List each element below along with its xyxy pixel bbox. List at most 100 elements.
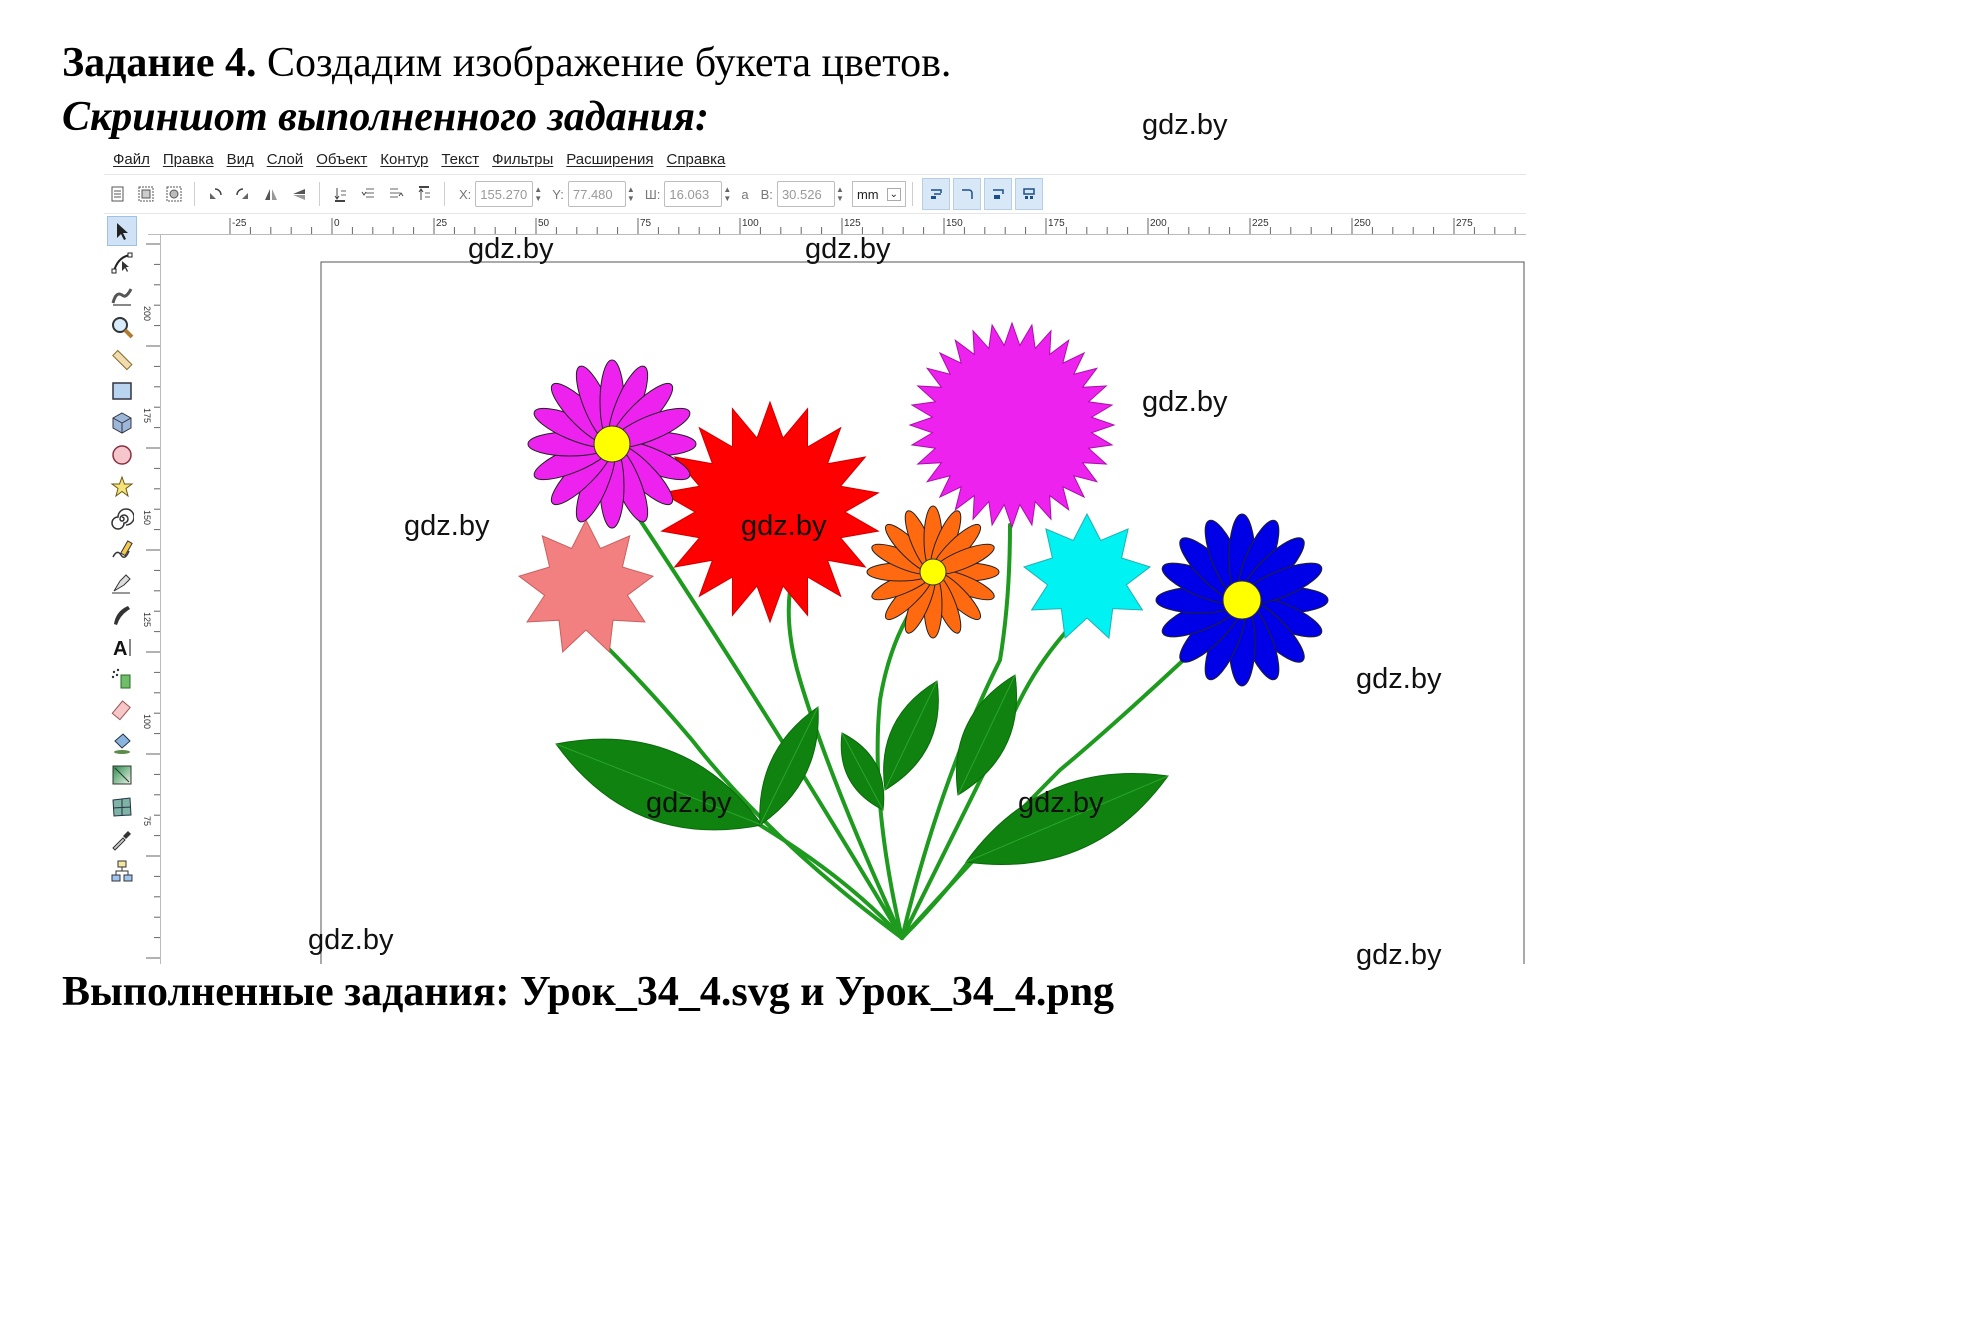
ruler-label: 75 [640, 218, 652, 229]
scale-stroke-toggle-icon[interactable] [922, 178, 950, 210]
ruler-label: 100 [742, 218, 759, 229]
inkscape-window: Файл Правка Вид Слой Объект Контур Текст… [104, 146, 1526, 964]
menu-edit[interactable]: Правка [163, 151, 214, 168]
ruler-label: 150 [946, 218, 963, 229]
rotate-cw-icon[interactable] [234, 185, 252, 203]
paint-bucket-tool-icon[interactable] [107, 728, 137, 758]
height-spin-icon[interactable]: ▲ ▼ [836, 182, 846, 206]
ruler-label: 25 [436, 218, 448, 229]
watermark: gdz.by [805, 233, 891, 265]
menu-extensions[interactable]: Расширения [566, 151, 653, 168]
raise-to-top-icon[interactable] [415, 185, 433, 203]
dropper-tool-icon[interactable] [107, 824, 137, 854]
tweak-tool-icon[interactable] [107, 280, 137, 310]
pink-star-flower [517, 518, 655, 653]
ellipse-tool-icon[interactable] [107, 440, 137, 470]
ruler-label: 175 [1048, 218, 1065, 229]
calligraphy-tool-icon[interactable] [107, 600, 137, 630]
flower-center [919, 558, 947, 586]
ruler-label: 275 [1456, 218, 1473, 229]
height-label: В: [760, 186, 773, 202]
box3d-tool-icon[interactable] [107, 408, 137, 438]
raise-icon[interactable] [387, 185, 405, 203]
menu-object[interactable]: Объект [316, 151, 367, 168]
ruler-label: 250 [1354, 218, 1371, 229]
lower-icon[interactable] [359, 185, 377, 203]
toolbox: A [104, 214, 140, 964]
height-input[interactable]: 30.526 [776, 181, 835, 207]
drawing-canvas[interactable] [161, 235, 1526, 964]
width-input[interactable]: 16.063 [664, 181, 723, 207]
watermark: gdz.by [646, 787, 732, 819]
menu-file[interactable]: Файл [113, 151, 150, 168]
mesh-tool-icon[interactable] [107, 792, 137, 822]
ruler-label: -25 [232, 218, 247, 229]
unit-select[interactable]: mm ⌄ [851, 181, 906, 207]
width-spin-icon[interactable]: ▲ ▼ [723, 182, 733, 206]
ruler-label: 0 [334, 218, 340, 229]
toolbar-separator [444, 182, 445, 206]
toolbar-separator [319, 182, 320, 206]
eraser-tool-icon[interactable] [107, 696, 137, 726]
pen-tool-icon[interactable] [107, 568, 137, 598]
menu-filters[interactable]: Фильтры [492, 151, 553, 168]
measure-tool-icon[interactable] [107, 344, 137, 374]
y-input[interactable]: 77.480 [567, 181, 626, 207]
menu-path[interactable]: Контур [380, 151, 428, 168]
spiral-tool-icon[interactable] [107, 504, 137, 534]
select-all-icon[interactable] [109, 185, 127, 203]
x-input[interactable]: 155.270 [475, 181, 534, 207]
flip-vertical-icon[interactable] [290, 185, 308, 203]
ruler-label: 125 [844, 218, 861, 229]
watermark: gdz.by [741, 510, 827, 542]
chevron-down-icon: ⌄ [886, 187, 901, 201]
spray-tool-icon[interactable] [107, 664, 137, 694]
watermark: gdz.by [308, 924, 394, 956]
watermark: gdz.by [1356, 663, 1442, 695]
lower-to-bottom-icon[interactable] [331, 185, 349, 203]
menu-layer[interactable]: Слой [267, 151, 303, 168]
move-gradients-toggle-icon[interactable] [984, 178, 1012, 210]
svg-text:A: A [113, 638, 127, 659]
task-label: Задание 4. [62, 40, 257, 86]
ruler-label: 200 [144, 306, 152, 321]
selector-tool-icon[interactable] [107, 216, 137, 246]
watermark: gdz.by [468, 233, 554, 265]
menu-help[interactable]: Справка [667, 151, 726, 168]
lock-ratio-icon[interactable]: a [741, 187, 748, 202]
vertical-ruler[interactable]: 200 175 150 125 100 75 [144, 234, 161, 964]
pencil-tool-icon[interactable] [107, 536, 137, 566]
toolbar-separator [912, 182, 913, 206]
task-title: Задание 4. Создадим изображение букета ц… [62, 38, 951, 88]
y-spin-icon[interactable]: ▲ ▼ [627, 182, 637, 206]
node-tool-icon[interactable] [107, 248, 137, 278]
x-spin-icon[interactable]: ▲ ▼ [534, 182, 544, 206]
magenta-burst-flower [908, 321, 1116, 529]
zoom-tool-icon[interactable] [107, 312, 137, 342]
ruler-label: 50 [538, 218, 550, 229]
y-label: Y: [552, 186, 564, 202]
blue-daisy-flower [1155, 513, 1329, 687]
width-label: Ш: [644, 186, 661, 202]
text-tool-icon[interactable]: A [107, 632, 137, 662]
gradient-tool-icon[interactable] [107, 760, 137, 790]
tool-controls-bar: X: 155.270 ▲ ▼ Y: 77.480 ▲ ▼ Ш: 16.063 ▲ ▼ … [104, 174, 1526, 214]
scale-corners-toggle-icon[interactable] [953, 178, 981, 210]
rotate-ccw-icon[interactable] [206, 185, 224, 203]
watermark: gdz.by [404, 510, 490, 542]
menu-text[interactable]: Текст [441, 151, 479, 168]
task-text: Создадим изображение букета цветов. [266, 40, 952, 86]
deselect-icon[interactable] [165, 185, 183, 203]
menu-view[interactable]: Вид [227, 151, 254, 168]
connector-tool-icon[interactable] [107, 856, 137, 886]
watermark: gdz.by [1142, 386, 1228, 418]
ruler-label: 225 [1252, 218, 1269, 229]
flowers [517, 321, 1329, 687]
rectangle-tool-icon[interactable] [107, 376, 137, 406]
flip-horizontal-icon[interactable] [262, 185, 280, 203]
menu-bar: Файл Правка Вид Слой Объект Контур Текст… [104, 146, 1526, 172]
star-tool-icon[interactable] [107, 472, 137, 502]
flower-center [1222, 580, 1262, 620]
select-all-layers-icon[interactable] [137, 185, 155, 203]
move-patterns-toggle-icon[interactable] [1015, 178, 1043, 210]
